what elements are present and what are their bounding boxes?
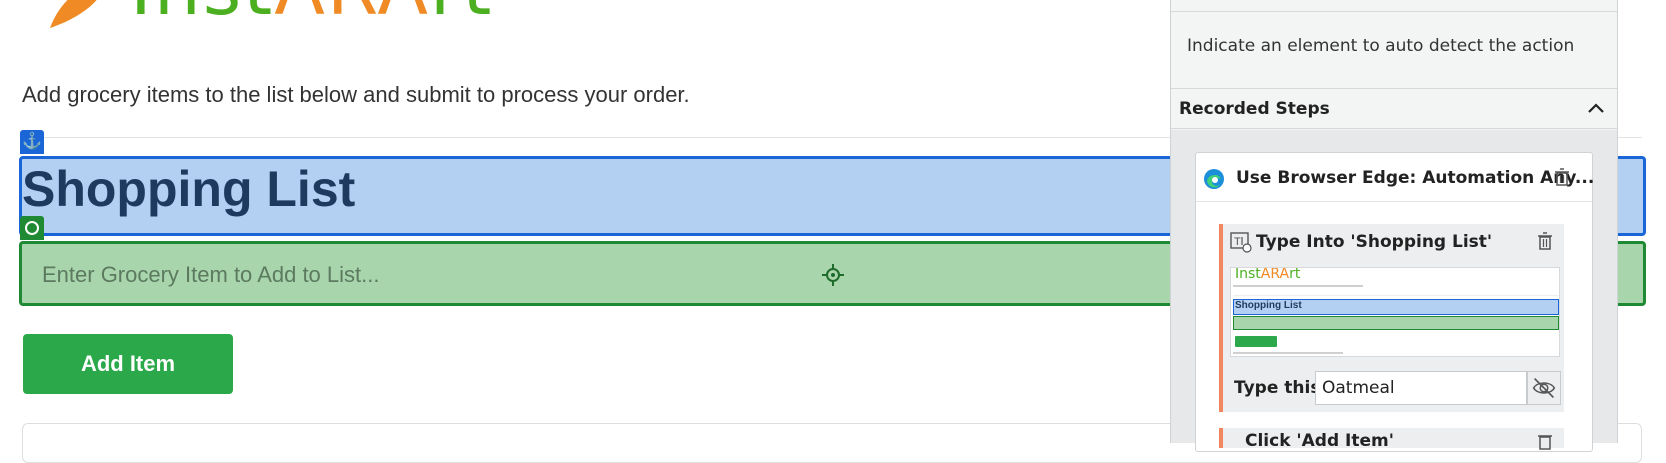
step-divider <box>1196 201 1592 202</box>
add-item-button[interactable]: Add Item <box>23 334 233 394</box>
intro-text: Add grocery items to the list below and … <box>22 82 690 107</box>
logo-wordmark: InstARArt <box>130 0 493 26</box>
delete-step-icon[interactable] <box>1537 432 1553 450</box>
grocery-item-input[interactable] <box>40 255 740 295</box>
recorded-steps-title: Recorded Steps <box>1179 99 1330 119</box>
panel-hint-text: Indicate an element to auto detect the a… <box>1187 36 1575 56</box>
type-into-icon: T <box>1230 232 1252 253</box>
crosshair-icon <box>822 264 844 286</box>
carrot-icon <box>50 0 97 28</box>
thumbnail-heading: Shopping List <box>1235 300 1302 311</box>
edge-icon <box>1204 169 1224 189</box>
recorded-steps-header[interactable]: Recorded Steps <box>1171 89 1617 129</box>
step-title-click: Click 'Add Item' <box>1245 431 1394 451</box>
type-this-label: Type this <box>1234 378 1321 398</box>
toggle-visibility-button[interactable] <box>1527 371 1561 405</box>
target-icon <box>20 216 44 240</box>
thumbnail-text-line <box>1233 352 1343 354</box>
thumbnail-logo: InstARArt <box>1235 267 1301 282</box>
step-title-browser: Use Browser Edge: Automation Any... <box>1236 168 1595 188</box>
type-this-input[interactable] <box>1315 371 1527 405</box>
chevron-up-icon[interactable] <box>1587 101 1605 115</box>
panel-top-bar <box>1171 0 1617 12</box>
delete-step-icon[interactable] <box>1554 168 1570 186</box>
anchor-icon: ⚓ <box>20 130 44 154</box>
thumbnail-button <box>1235 336 1277 347</box>
step-screenshot-thumbnail[interactable]: InstARArt Shopping List <box>1230 267 1560 357</box>
eye-off-icon <box>1532 377 1556 399</box>
step-title-type-into: Type Into 'Shopping List' <box>1256 232 1493 252</box>
svg-text:T: T <box>1234 236 1241 248</box>
thumbnail-input-box <box>1233 316 1559 330</box>
delete-step-icon[interactable] <box>1537 232 1553 250</box>
page-title: Shopping List <box>22 161 356 217</box>
instakart-logo: InstARArt <box>22 0 492 52</box>
thumbnail-text-line <box>1233 285 1363 287</box>
thumbnail-divider <box>1233 295 1559 296</box>
